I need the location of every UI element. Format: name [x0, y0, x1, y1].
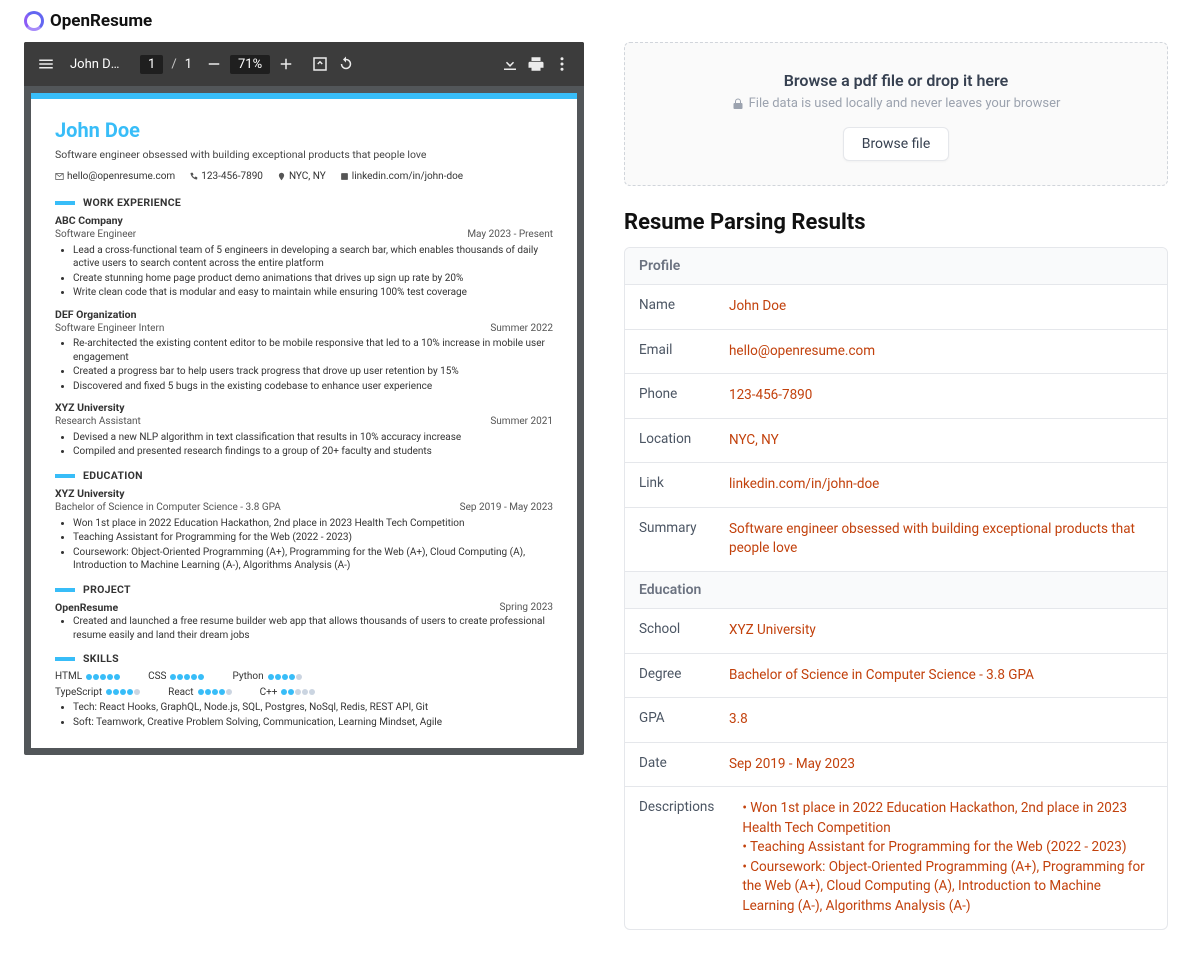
logo-text: OpenResume [50, 11, 152, 31]
section-skills: SKILLS [83, 652, 119, 666]
resume-name: John Doe [55, 117, 553, 144]
section-project: PROJECT [83, 583, 131, 597]
work-item: XYZ University Research AssistantSummer … [55, 401, 553, 459]
resume-contacts: hello@openresume.com 123-456-7890 NYC, N… [55, 170, 553, 184]
table-row: Emailhello@openresume.com [625, 330, 1167, 375]
download-icon[interactable] [500, 54, 520, 74]
page-sep: / [171, 57, 176, 72]
more-icon[interactable] [552, 54, 572, 74]
logo[interactable]: OpenResume [24, 11, 152, 31]
table-row: NameJohn Doe [625, 285, 1167, 330]
profile-section-label: Profile [625, 248, 1167, 285]
page-current[interactable]: 1 [140, 55, 163, 74]
page-total: 1 [185, 57, 192, 72]
zoom-in-icon[interactable] [276, 54, 296, 74]
zoom-out-icon[interactable] [204, 54, 224, 74]
table-row: Linklinkedin.com/in/john-doe [625, 463, 1167, 508]
logo-icon [24, 11, 44, 31]
table-row: GPA3.8 [625, 698, 1167, 743]
dropzone-title: Browse a pdf file or drop it here [645, 71, 1147, 90]
dropzone-subtitle: File data is used locally and never leav… [645, 96, 1147, 111]
work-item: ABC Company Software EngineerMay 2023 - … [55, 214, 553, 300]
table-row: SchoolXYZ University [625, 609, 1167, 654]
resume-tagline: Software engineer obsessed with building… [55, 148, 553, 162]
doc-title: John Do… [70, 57, 126, 72]
lock-icon [732, 98, 744, 110]
table-row: DateSep 2019 - May 2023 [625, 743, 1167, 788]
education-section-label: Education [625, 572, 1167, 609]
section-work: WORK EXPERIENCE [83, 196, 181, 210]
results-title: Resume Parsing Results [624, 210, 1168, 235]
file-dropzone[interactable]: Browse a pdf file or drop it here File d… [624, 42, 1168, 186]
menu-icon[interactable] [36, 54, 56, 74]
browse-file-button[interactable]: Browse file [843, 127, 950, 161]
table-row: SummarySoftware engineer obsessed with b… [625, 508, 1167, 572]
pdf-toolbar: John Do… 1 / 1 71% [24, 42, 584, 86]
results-table: Profile NameJohn Doe Emailhello@openresu… [624, 247, 1168, 930]
table-row: Phone123-456-7890 [625, 374, 1167, 419]
topbar: OpenResume [0, 0, 1192, 42]
section-education: EDUCATION [83, 469, 143, 483]
rotate-icon[interactable] [336, 54, 356, 74]
zoom-level[interactable]: 71% [230, 55, 270, 74]
fit-page-icon[interactable] [310, 54, 330, 74]
table-row: DegreeBachelor of Science in Computer Sc… [625, 654, 1167, 699]
work-item: DEF Organization Software Engineer Inter… [55, 308, 553, 394]
pdf-page: John Doe Software engineer obsessed with… [31, 93, 577, 748]
print-icon[interactable] [526, 54, 546, 74]
pdf-viewer: John Do… 1 / 1 71% John Doe Software eng… [24, 42, 584, 755]
table-row: LocationNYC, NY [625, 419, 1167, 464]
table-row: Descriptions• Won 1st place in 2022 Educ… [625, 787, 1167, 928]
